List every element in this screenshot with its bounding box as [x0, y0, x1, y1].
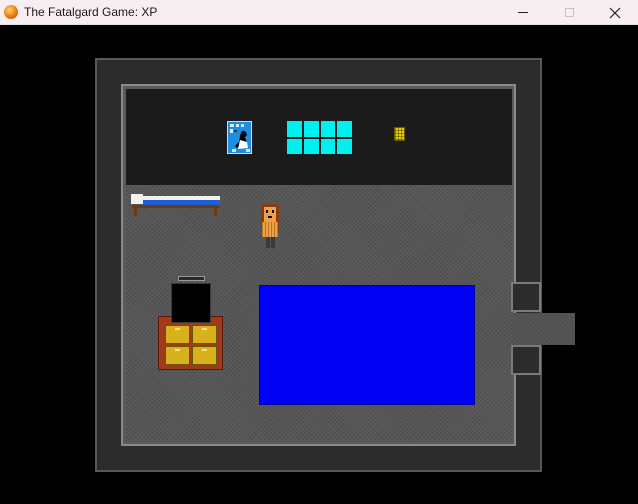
window-pane: [337, 138, 352, 154]
bed-leg: [214, 207, 217, 216]
player-body: [262, 222, 278, 237]
cabinet-drawer[interactable]: [165, 325, 190, 344]
window-pane: [303, 121, 319, 137]
close-button[interactable]: [592, 0, 638, 25]
player-eye: [266, 210, 268, 213]
door-frame-bottom: [511, 345, 541, 375]
room-window[interactable]: [287, 121, 352, 154]
player-leg: [266, 237, 270, 248]
window-pane: [287, 138, 302, 154]
player-character[interactable]: [258, 204, 282, 250]
maximize-icon: [564, 8, 574, 17]
television[interactable]: [171, 283, 211, 323]
title-bar[interactable]: The Fatalgard Game: XP: [0, 0, 638, 25]
window-pane: [320, 121, 336, 137]
floor-rug: [259, 285, 475, 405]
window-pane: [320, 138, 336, 154]
player-mouth: [268, 216, 272, 218]
game-viewport[interactable]: [0, 25, 638, 504]
window-pane: [337, 121, 352, 137]
bed-pillow: [131, 194, 143, 204]
wall-calendar[interactable]: [394, 127, 405, 141]
bed[interactable]: [131, 194, 220, 216]
bed-leg: [134, 207, 137, 216]
drawer-cabinet[interactable]: [158, 316, 223, 370]
close-icon: [609, 7, 621, 18]
minimize-icon: [518, 12, 528, 13]
tv-antenna-box: [178, 276, 205, 281]
window-title: The Fatalgard Game: XP: [24, 5, 158, 19]
minimize-button[interactable]: [500, 0, 546, 25]
door-frame-top: [511, 282, 541, 312]
cabinet-drawer[interactable]: [192, 346, 217, 365]
bed-frame: [133, 205, 219, 208]
player-leg: [271, 237, 275, 248]
poster-figure-icon: [230, 124, 250, 152]
window-pane: [303, 138, 319, 154]
wall-poster[interactable]: [227, 121, 252, 154]
maximize-button[interactable]: [546, 0, 592, 25]
cabinet-drawer[interactable]: [165, 346, 190, 365]
app-orb-icon: [4, 5, 18, 19]
window-pane: [287, 121, 302, 137]
player-eye: [272, 210, 274, 213]
doorway-corridor[interactable]: [512, 313, 575, 345]
cabinet-drawer[interactable]: [192, 325, 217, 344]
